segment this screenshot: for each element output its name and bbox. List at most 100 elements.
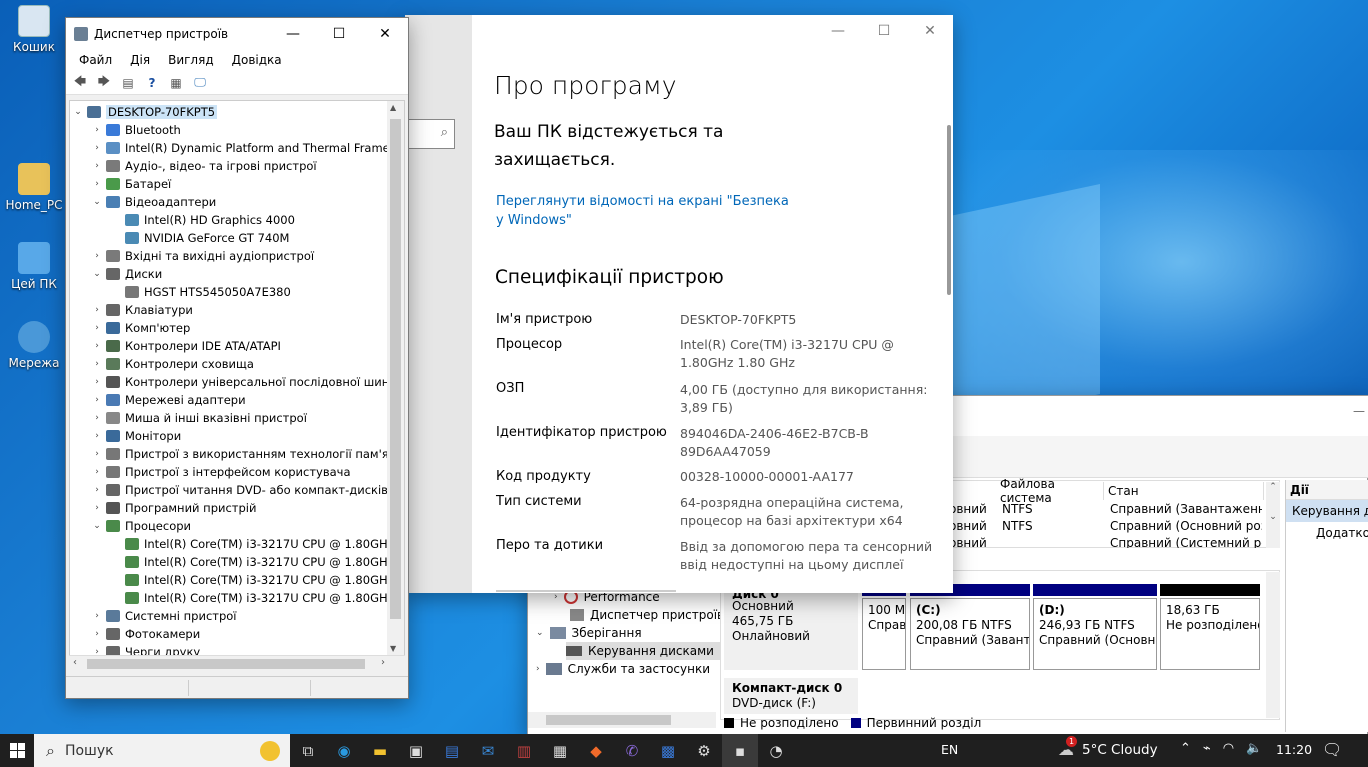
disk-0-label-box[interactable]: Диск 0 Основний 465,75 ГБ Онлайновий	[724, 584, 858, 670]
chevron-right-icon[interactable]: ›	[91, 485, 103, 495]
tree-category[interactable]: › Монітори	[91, 427, 181, 445]
taskbar-search-box[interactable]: ⌕ Пошук	[34, 734, 290, 767]
cm-tree-hscroll[interactable]	[528, 712, 716, 728]
tree-category[interactable]: › Контролери IDE ATA/ATAPI	[91, 337, 281, 355]
devmgr-minimize-button[interactable]: —	[270, 18, 316, 49]
view-panel-icon[interactable]: ▦	[166, 74, 186, 92]
weather-widget[interactable]: ☁ 1 5°C Cloudy	[1058, 736, 1158, 759]
desktop-icon-recycle-bin[interactable]: Кошик	[1, 5, 67, 54]
cm-tree-item-device-manager[interactable]: Диспетчер пристроїв	[570, 606, 724, 624]
chevron-right-icon[interactable]: ›	[91, 395, 103, 405]
about-close-button[interactable]: ✕	[907, 15, 953, 46]
desktop-icon-this-pc[interactable]: Цей ПК	[1, 242, 67, 291]
column-header-file-system[interactable]: Файлова система	[996, 477, 1104, 505]
column-header-status[interactable]: Стан	[1104, 482, 1264, 500]
chevron-right-icon[interactable]: ›	[91, 179, 103, 189]
chevron-up-icon[interactable]: ⌃	[1180, 741, 1191, 756]
file-explorer-icon[interactable]: ▬	[362, 734, 398, 767]
settings-search-box[interactable]: ⌕	[405, 119, 455, 149]
tree-category[interactable]: › Системні пристрої	[91, 607, 236, 625]
store-icon[interactable]: ▣	[398, 734, 434, 767]
winrar-icon[interactable]: ▥	[506, 734, 542, 767]
cm-tree-item-storage[interactable]: ⌄ Зберігання	[536, 624, 642, 642]
tree-category[interactable]: ⌄ Диски	[91, 265, 162, 283]
chevron-right-icon[interactable]: ›	[91, 161, 103, 171]
tree-category[interactable]: › Миша й інші вказівні пристрої	[91, 409, 307, 427]
partition-d[interactable]: (D:) 246,93 ГБ NTFS Справний (Основни	[1033, 598, 1157, 670]
menu-view[interactable]: Вигляд	[159, 53, 223, 67]
back-arrow-icon[interactable]: 🡄	[70, 74, 90, 92]
chevron-right-icon[interactable]: ›	[91, 323, 103, 333]
7zip-icon[interactable]: ▦	[542, 734, 578, 767]
chevron-right-icon[interactable]: ›	[91, 629, 103, 639]
tree-category[interactable]: › Bluetooth	[91, 121, 181, 139]
about-scrollbar[interactable]	[947, 125, 951, 295]
tree-device[interactable]: NVIDIA GeForce GT 740M	[110, 229, 289, 247]
menu-action[interactable]: Дія	[121, 53, 159, 67]
tree-device[interactable]: Intel(R) HD Graphics 4000	[110, 211, 295, 229]
tree-device[interactable]: Intel(R) Core(TM) i3-3217U CPU @ 1.80GHz	[110, 571, 394, 589]
control-panel-icon[interactable]: ◔	[758, 734, 794, 767]
tree-category[interactable]: › Мережеві адаптери	[91, 391, 245, 409]
forward-arrow-icon[interactable]: 🡆	[94, 74, 114, 92]
help-icon[interactable]: ?	[142, 74, 162, 92]
cdrom-0-label-box[interactable]: Компакт-диск 0 DVD-диск (F:)	[724, 678, 858, 714]
chevron-right-icon[interactable]: ›	[91, 503, 103, 513]
tree-category[interactable]: › Комп'ютер	[91, 319, 190, 337]
cm-diskmap-vscroll[interactable]	[1266, 572, 1280, 718]
partition-unallocated[interactable]: 18,63 ГБ Не розподілено	[1160, 598, 1260, 670]
tree-category[interactable]: › Пристрої читання DVD- або компакт-дискі…	[91, 481, 388, 499]
tree-category[interactable]: › Контролери універсальної послідовної ши…	[91, 373, 397, 391]
tree-category[interactable]: ⌄ Процесори	[91, 517, 191, 535]
chevron-right-icon[interactable]: ›	[91, 611, 103, 621]
security-link[interactable]: Переглянути відомості на екрані "Безпека…	[496, 192, 796, 230]
notification-center-icon[interactable]: 🗨	[1322, 740, 1342, 759]
task-view-icon[interactable]: ⧉	[290, 734, 326, 767]
chevron-right-icon[interactable]: ›	[91, 341, 103, 351]
chevron-right-icon[interactable]: ›	[91, 251, 103, 261]
chevron-down-icon[interactable]: ⌄	[91, 269, 103, 279]
battery-plug-icon[interactable]: ⌁	[1203, 741, 1211, 756]
tree-category[interactable]: › Пристрої з використанням технології пам…	[91, 445, 398, 463]
partition-system-reserved[interactable]: 100 М Справ	[862, 598, 906, 670]
tree-device[interactable]: HGST HTS545050A7E380	[110, 283, 291, 301]
tree-category[interactable]: › Контролери сховища	[91, 355, 254, 373]
properties-grid-icon[interactable]: ▤	[118, 74, 138, 92]
devmgr-maximize-button[interactable]: ☐	[316, 18, 362, 49]
clock[interactable]: 11:20	[1276, 742, 1312, 757]
settings-gear-icon[interactable]: ⚙	[686, 734, 722, 767]
chevron-right-icon[interactable]: ›	[91, 305, 103, 315]
chevron-right-icon[interactable]: ›	[91, 359, 103, 369]
tree-category[interactable]: › Пристрої з інтерфейсом користувача	[91, 463, 350, 481]
chevron-right-icon[interactable]: ›	[91, 377, 103, 387]
volume-icon[interactable]: 🔈	[1246, 741, 1262, 756]
cm-grid-vscroll[interactable]: ⌃ ⌄	[1266, 482, 1280, 548]
menu-help[interactable]: Довідка	[223, 53, 291, 67]
tree-category[interactable]: › Клавіатури	[91, 301, 193, 319]
chevron-down-icon[interactable]: ⌄	[91, 521, 103, 531]
chevron-right-icon[interactable]: ›	[91, 449, 103, 459]
partition-c[interactable]: (C:) 200,08 ГБ NTFS Справний (Заванта	[910, 598, 1030, 670]
devmgr-close-button[interactable]: ✕	[362, 18, 408, 49]
device-tree-hscroll[interactable]: ‹ ›	[69, 655, 405, 672]
cm-tree-item-services[interactable]: › Служби та застосунки	[536, 660, 710, 678]
tree-device[interactable]: Intel(R) Core(TM) i3-3217U CPU @ 1.80GHz	[110, 589, 394, 607]
edge-icon[interactable]: ◉	[326, 734, 362, 767]
tree-category[interactable]: › Intel(R) Dynamic Platform and Thermal F…	[91, 139, 404, 157]
monitor-icon[interactable]: 🖵	[190, 74, 210, 92]
tree-device[interactable]: Intel(R) Core(TM) i3-3217U CPU @ 1.80GHz	[110, 535, 394, 553]
tree-device[interactable]: Intel(R) Core(TM) i3-3217U CPU @ 1.80GHz	[110, 553, 394, 571]
tree-root[interactable]: ⌄ DESKTOP-70FKPT5	[72, 103, 218, 121]
start-button[interactable]	[0, 734, 34, 767]
brave-icon[interactable]: ◆	[578, 734, 614, 767]
cm-tree-item-disk-management[interactable]: Керування дисками	[566, 642, 720, 660]
tree-category[interactable]: › Батареї	[91, 175, 171, 193]
about-minimize-button[interactable]: —	[815, 15, 861, 46]
tree-category[interactable]: ⌄ Відеоадаптери	[91, 193, 216, 211]
menu-file[interactable]: Файл	[70, 53, 121, 67]
viber-icon[interactable]: ✆	[614, 734, 650, 767]
chevron-right-icon[interactable]: ›	[91, 413, 103, 423]
chevron-right-icon[interactable]: ›	[91, 431, 103, 441]
input-language[interactable]: EN	[941, 742, 958, 757]
action-more[interactable]: Додатко	[1286, 522, 1368, 544]
